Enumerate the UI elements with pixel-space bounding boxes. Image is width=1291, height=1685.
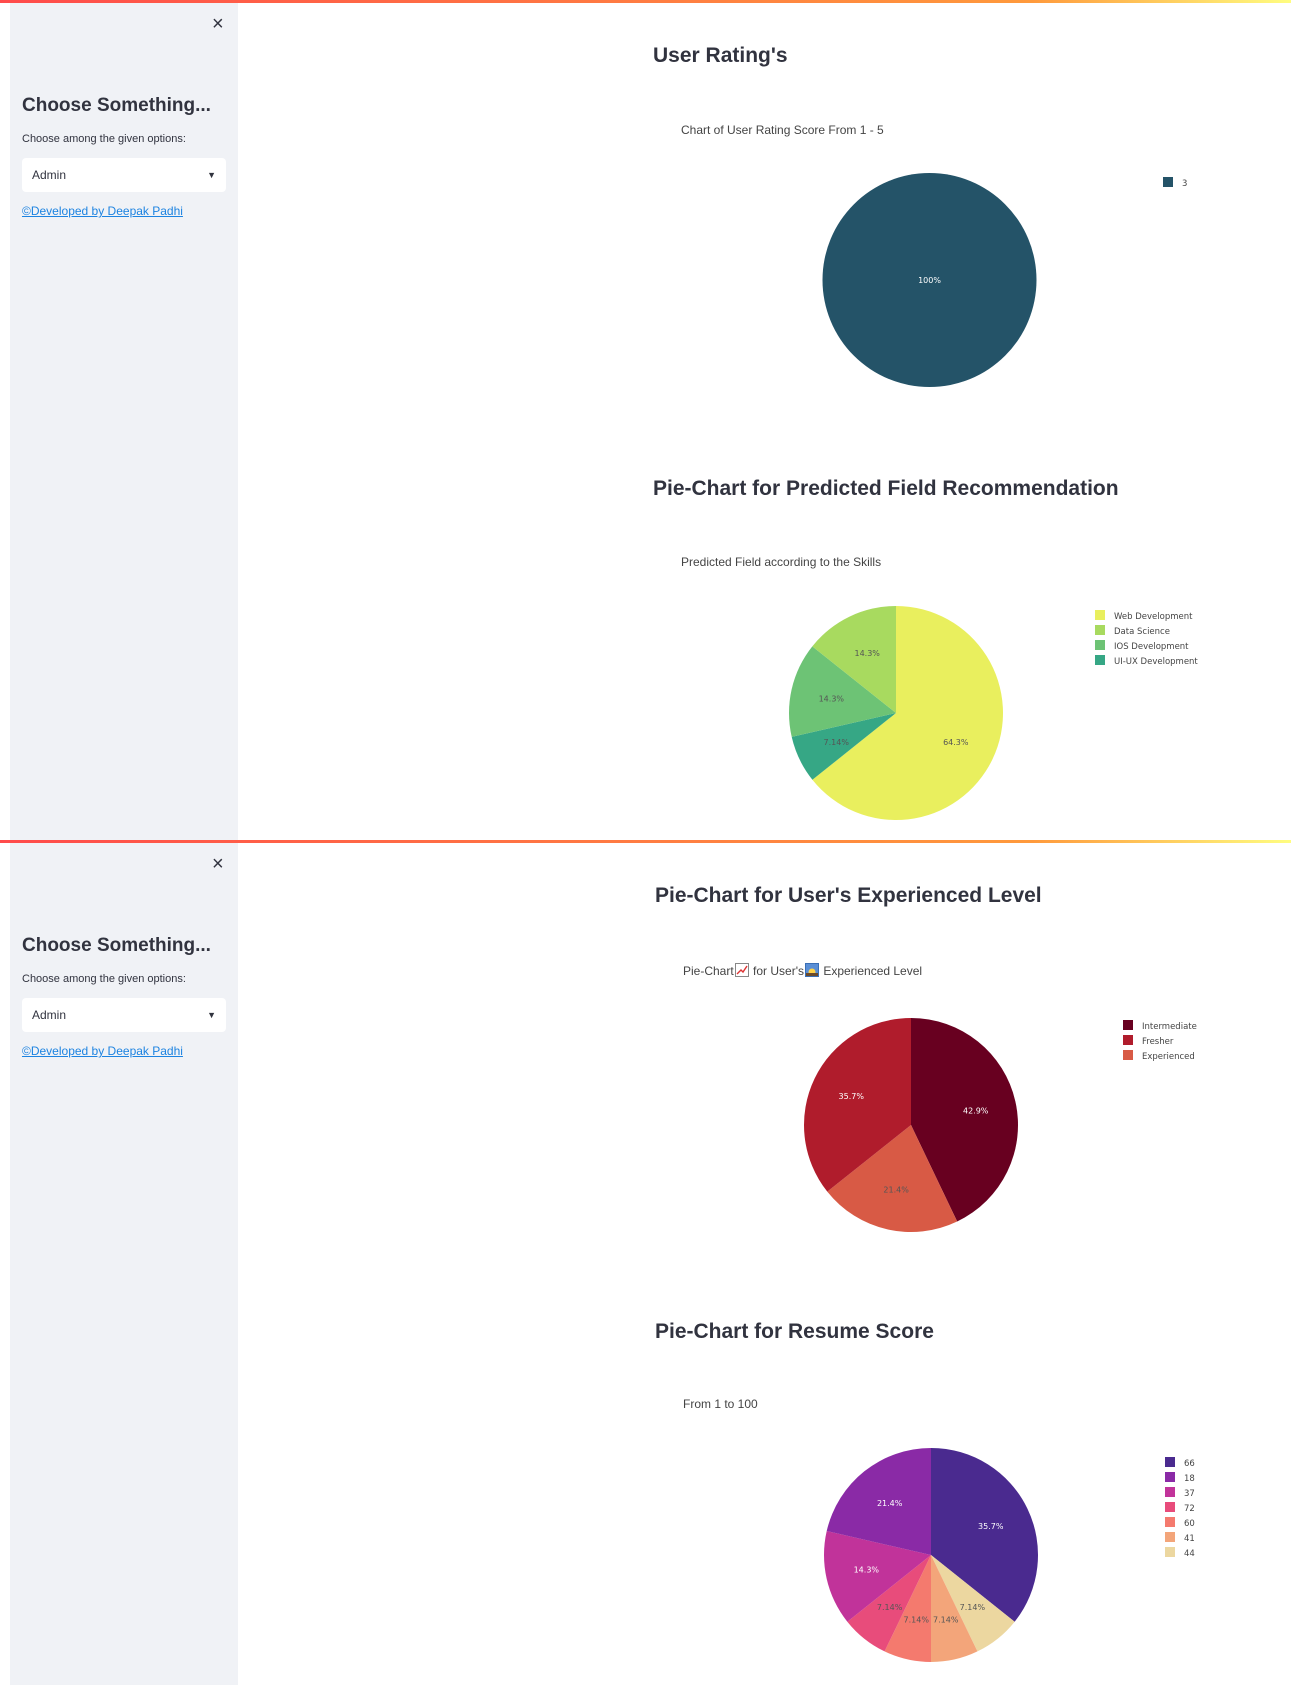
legend-label[interactable]: Intermediate	[1142, 1022, 1197, 1032]
pie-percent-label: 35.7%	[978, 1522, 1004, 1531]
legend-label[interactable]: 72	[1184, 1504, 1195, 1514]
legend-swatch[interactable]	[1165, 1502, 1175, 1512]
pie-percent-label: 42.9%	[963, 1106, 989, 1115]
chevron-down-icon: ▼	[207, 1010, 216, 1020]
legend-swatch[interactable]	[1165, 1457, 1175, 1467]
score-pie-chart[interactable]: 35.7%7.14%7.14%7.14%7.14%14.3%21.4%66183…	[820, 1445, 1280, 1675]
legend-label[interactable]: 44	[1184, 1549, 1195, 1559]
screenshot-panel-bottom: × Choose Something... Choose among the g…	[0, 840, 1291, 1685]
screenshot-panel-top: × Choose Something... Choose among the g…	[0, 0, 1291, 840]
legend-label[interactable]: Fresher	[1142, 1037, 1174, 1047]
rating-chart-subtitle: Chart of User Rating Score From 1 - 5	[681, 123, 884, 137]
close-icon[interactable]: ×	[212, 13, 224, 36]
subtitle-part-a: Pie-Chart	[683, 964, 734, 978]
legend-swatch[interactable]	[1095, 625, 1105, 635]
select-label: Choose among the given options:	[22, 133, 186, 145]
legend-swatch[interactable]	[1123, 1050, 1133, 1060]
sidebar-title: Choose Something...	[22, 95, 211, 116]
pie-percent-label: 7.14%	[933, 1616, 959, 1625]
pie-percent-label: 7.14%	[904, 1616, 930, 1625]
legend-swatch[interactable]	[1095, 640, 1105, 650]
legend-label[interactable]: IOS Development	[1114, 642, 1189, 652]
legend-label[interactable]: 66	[1184, 1459, 1195, 1469]
field-chart-subtitle: Predicted Field according to the Skills	[681, 555, 882, 569]
sidebar: × Choose Something... Choose among the g…	[10, 843, 238, 1685]
legend-label[interactable]: UI-UX Development	[1114, 657, 1198, 667]
pie-percent-label: 35.7%	[839, 1092, 865, 1101]
legend-label[interactable]: 41	[1184, 1534, 1195, 1544]
sidebar: × Choose Something... Choose among the g…	[10, 3, 238, 840]
sidebar-title: Choose Something...	[22, 935, 211, 956]
pie-percent-label: 7.14%	[824, 738, 850, 747]
legend-swatch[interactable]	[1165, 1487, 1175, 1497]
legend-label[interactable]: Experienced	[1142, 1052, 1195, 1062]
close-icon[interactable]: ×	[212, 853, 224, 876]
mode-select[interactable]: Admin ▼	[22, 998, 226, 1032]
pie-percent-label: 7.14%	[960, 1603, 986, 1612]
legend-swatch[interactable]	[1095, 655, 1105, 665]
select-value: Admin	[32, 168, 67, 182]
chevron-down-icon: ▼	[207, 170, 216, 180]
subtitle-part-b: for User's	[749, 964, 804, 978]
developer-link[interactable]: ©Developed by Deepak Padhi	[22, 204, 183, 218]
developer-link[interactable]: ©Developed by Deepak Padhi	[22, 1044, 183, 1058]
legend-swatch[interactable]	[1163, 177, 1173, 187]
pie-percent-label: 64.3%	[943, 738, 969, 747]
select-value: Admin	[32, 1008, 67, 1022]
legend-label[interactable]: 37	[1184, 1489, 1195, 1499]
legend-swatch[interactable]	[1095, 610, 1105, 620]
rating-pie-chart[interactable]: 100% 3	[800, 160, 1260, 400]
subtitle-part-c: Experienced Level	[820, 964, 923, 978]
score-chart-subtitle: From 1 to 100	[683, 1397, 758, 1411]
legend-label[interactable]: 60	[1184, 1519, 1195, 1529]
legend-label[interactable]: Data Science	[1114, 627, 1170, 637]
pie-percent-label: 14.3%	[819, 694, 845, 703]
experience-section-title: Pie-Chart for User's Experienced Level	[655, 884, 1042, 907]
rating-section-title: User Rating's	[653, 44, 788, 67]
pie-percent-label: 7.14%	[877, 1603, 903, 1612]
legend-swatch[interactable]	[1123, 1035, 1133, 1045]
pie-percent-label: 100%	[918, 276, 941, 285]
legend-swatch[interactable]	[1123, 1020, 1133, 1030]
chart-increasing-icon	[734, 963, 749, 977]
pie-percent-label: 21.4%	[883, 1186, 909, 1195]
pie-percent-label: 14.3%	[854, 649, 880, 658]
sunrise-icon	[805, 963, 819, 977]
legend-label[interactable]: 18	[1184, 1474, 1195, 1484]
select-label: Choose among the given options:	[22, 973, 186, 985]
experience-pie-chart[interactable]: 42.9% 21.4% 35.7% Intermediate Fresher Experi…	[790, 1010, 1250, 1240]
mode-select[interactable]: Admin ▼	[22, 158, 226, 192]
pie-percent-label: 21.4%	[877, 1499, 903, 1508]
legend-label[interactable]: Web Development	[1114, 612, 1193, 622]
legend-swatch[interactable]	[1165, 1472, 1175, 1482]
pie-percent-label: 14.3%	[854, 1566, 880, 1575]
experience-chart-subtitle: Pie-Chart for User's Experienced Level	[683, 963, 922, 978]
score-section-title: Pie-Chart for Resume Score	[655, 1320, 934, 1343]
legend-swatch[interactable]	[1165, 1547, 1175, 1557]
field-section-title: Pie-Chart for Predicted Field Recommenda…	[653, 477, 1119, 500]
legend-swatch[interactable]	[1165, 1517, 1175, 1527]
field-pie-chart[interactable]: 64.3% 7.14% 14.3% 14.3% Web Development Data …	[780, 600, 1240, 830]
legend-label[interactable]: 3	[1182, 179, 1187, 189]
legend-swatch[interactable]	[1165, 1532, 1175, 1542]
